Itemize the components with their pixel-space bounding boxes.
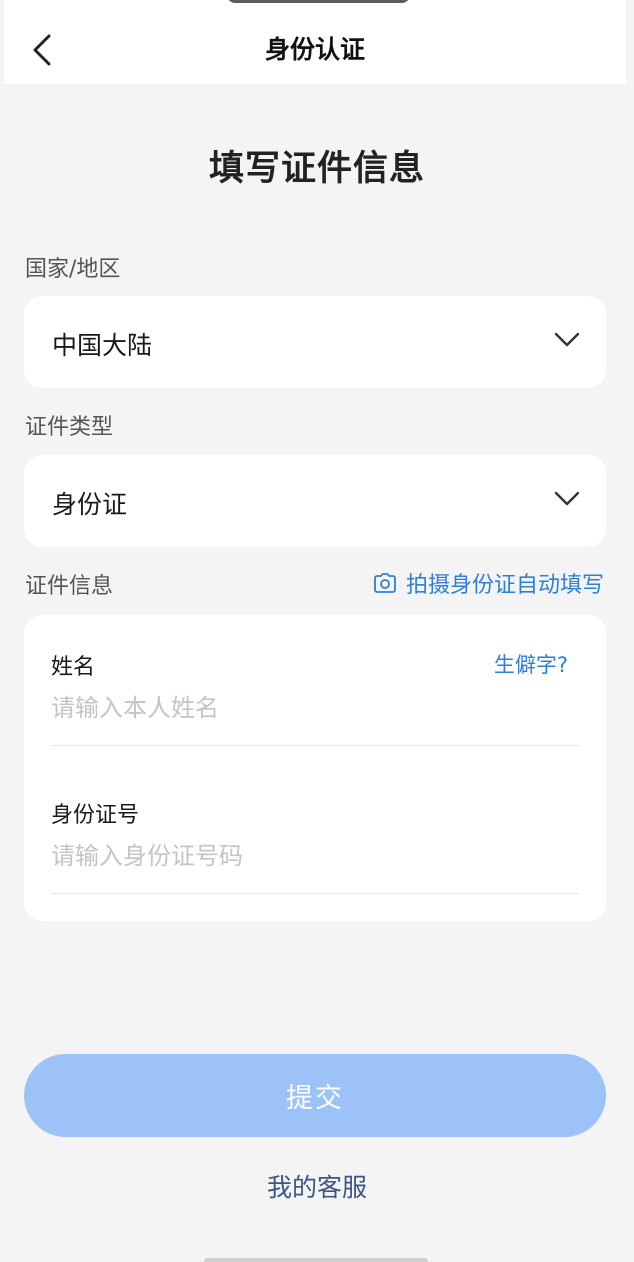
id-info-card: 姓名 生僻字? 身份证号	[24, 615, 606, 921]
id-number-input[interactable]	[51, 839, 579, 873]
customer-service-link[interactable]: 我的客服	[0, 1168, 634, 1204]
camera-icon	[374, 573, 396, 593]
id-type-value: 身份证	[52, 490, 128, 519]
identity-verification-page: 身份认证 填写证件信息 国家/地区 中国大陆 证件类型 身份证 证件信息 拍摄身…	[0, 0, 634, 1262]
chevron-down-icon	[554, 491, 580, 506]
region-value: 中国大陆	[52, 331, 153, 360]
region-label: 国家/地区	[25, 257, 121, 282]
divider	[51, 893, 579, 894]
id-type-label: 证件类型	[25, 415, 114, 440]
submit-button[interactable]: 提交	[24, 1054, 606, 1137]
device-notch	[227, 0, 410, 3]
id-type-select[interactable]: 身份证	[24, 455, 606, 547]
name-input[interactable]	[51, 691, 579, 725]
autofill-label: 拍摄身份证自动填写	[405, 573, 604, 598]
id-number-field-label: 身份证号	[51, 803, 140, 828]
home-indicator	[204, 1258, 428, 1262]
id-info-label: 证件信息	[25, 574, 114, 599]
header-title: 身份认证	[264, 35, 365, 64]
name-field-label: 姓名	[51, 655, 96, 680]
scan-id-autofill-button[interactable]: 拍摄身份证自动填写	[374, 568, 604, 598]
nav-header: 身份认证	[4, 0, 626, 84]
rare-character-link[interactable]: 生僻字?	[494, 649, 568, 679]
divider	[51, 745, 579, 746]
region-select[interactable]: 中国大陆	[24, 296, 606, 388]
page-title: 填写证件信息	[208, 149, 425, 189]
chevron-down-icon	[554, 332, 580, 347]
